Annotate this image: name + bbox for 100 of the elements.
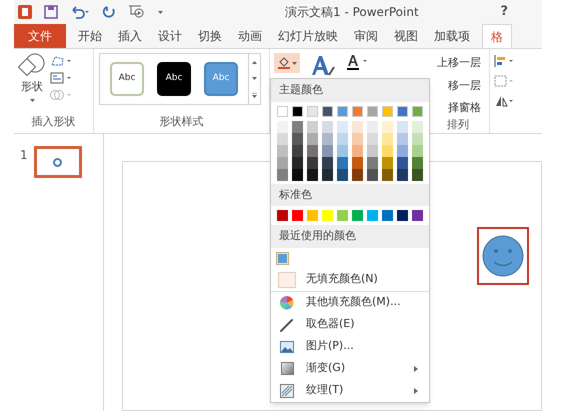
color-swatch[interactable] [382, 144, 393, 156]
color-swatch[interactable] [397, 120, 408, 132]
color-swatch[interactable] [337, 210, 348, 221]
customize-caret-icon[interactable] [158, 10, 163, 14]
color-swatch[interactable] [412, 156, 423, 168]
color-swatch[interactable] [367, 106, 378, 116]
color-swatch[interactable] [397, 156, 408, 168]
color-swatch[interactable] [397, 106, 408, 116]
color-swatch[interactable] [352, 168, 363, 180]
color-swatch[interactable] [322, 144, 333, 156]
color-swatch[interactable] [352, 132, 363, 144]
arrange-command[interactable]: 上移一层 [437, 55, 481, 72]
color-swatch[interactable] [292, 132, 303, 144]
text-fill-icon[interactable] [346, 53, 370, 71]
color-swatch[interactable] [397, 168, 408, 180]
menu-item[interactable]: 取色器(E) [271, 314, 429, 336]
color-swatch[interactable] [322, 156, 333, 168]
color-swatch[interactable] [382, 168, 393, 180]
ribbon-tab[interactable]: 设计 [150, 24, 190, 48]
ribbon-tab[interactable]: 审阅 [346, 24, 386, 48]
color-swatch[interactable] [292, 120, 303, 132]
more-styles-icon[interactable] [252, 92, 257, 98]
color-swatch[interactable] [412, 132, 423, 144]
color-swatch[interactable] [292, 144, 303, 156]
color-swatch[interactable] [322, 106, 333, 116]
color-swatch[interactable] [307, 120, 318, 132]
scroll-down-icon[interactable] [252, 76, 257, 80]
text-style-icon[interactable] [310, 53, 336, 77]
color-swatch[interactable] [277, 156, 288, 168]
color-swatch[interactable] [352, 144, 363, 156]
color-swatch[interactable] [367, 156, 378, 168]
merge-shapes-icon[interactable] [50, 89, 72, 101]
color-swatch[interactable] [412, 144, 423, 156]
color-swatch[interactable] [367, 132, 378, 144]
color-swatch[interactable] [277, 144, 288, 156]
color-swatch[interactable] [277, 120, 288, 132]
color-swatch[interactable] [277, 168, 288, 180]
color-swatch[interactable] [397, 144, 408, 156]
color-swatch[interactable] [337, 132, 348, 144]
color-swatch[interactable] [307, 210, 318, 221]
arrange-command[interactable]: 择窗格 [448, 100, 481, 116]
color-swatch[interactable] [412, 120, 423, 132]
slide-thumbnail[interactable] [34, 146, 82, 178]
color-swatch[interactable] [292, 210, 303, 221]
scroll-up-icon[interactable] [252, 60, 257, 64]
smiley-shape[interactable] [477, 227, 529, 285]
color-swatch[interactable] [337, 156, 348, 168]
color-swatch[interactable] [277, 132, 288, 144]
color-swatch[interactable] [337, 106, 348, 116]
color-swatch[interactable] [352, 120, 363, 132]
color-swatch[interactable] [367, 210, 378, 221]
menu-item[interactable]: 无填充颜色(N) [271, 268, 429, 290]
color-swatch[interactable] [337, 168, 348, 180]
color-swatch[interactable] [382, 210, 393, 221]
color-swatch[interactable] [397, 132, 408, 144]
ribbon-tab[interactable]: 插入 [110, 24, 150, 48]
ribbon-tab[interactable]: 开始 [70, 24, 110, 48]
color-swatch[interactable] [352, 156, 363, 168]
menu-item[interactable]: 其他填充颜色(M)... [271, 292, 429, 314]
menu-item[interactable]: 渐变(G) [271, 358, 429, 380]
ribbon-tab[interactable]: 幻灯片放映 [270, 24, 346, 48]
color-swatch[interactable] [292, 168, 303, 180]
color-swatch[interactable] [277, 210, 288, 221]
ribbon-tab[interactable]: 切换 [190, 24, 230, 48]
file-tab[interactable]: 文件 [14, 24, 66, 48]
redo-icon[interactable] [102, 5, 116, 19]
color-swatch[interactable] [367, 168, 378, 180]
undo-icon[interactable] [70, 5, 90, 19]
color-swatch[interactable] [307, 168, 318, 180]
color-swatch[interactable] [292, 106, 303, 116]
ribbon-tab[interactable]: 动画 [230, 24, 270, 48]
color-swatch[interactable] [337, 120, 348, 132]
color-swatch[interactable] [292, 156, 303, 168]
color-swatch[interactable] [322, 210, 333, 221]
slideshow-icon[interactable] [128, 4, 146, 20]
color-swatch[interactable] [367, 144, 378, 156]
color-swatch[interactable] [382, 156, 393, 168]
color-swatch[interactable] [412, 106, 423, 116]
ribbon-tab[interactable]: 加载项 [426, 24, 478, 48]
color-swatch[interactable] [307, 132, 318, 144]
color-swatch[interactable] [382, 106, 393, 116]
save-icon[interactable] [44, 5, 58, 19]
color-swatch[interactable] [412, 210, 423, 221]
shape-fill-button[interactable] [274, 53, 300, 73]
color-swatch[interactable] [337, 144, 348, 156]
align-icon[interactable] [494, 55, 516, 67]
text-box-icon[interactable] [50, 72, 72, 84]
arrange-command[interactable]: 移一层 [448, 78, 481, 94]
color-swatch[interactable] [278, 254, 287, 262]
ribbon-tab[interactable]: 视图 [386, 24, 426, 48]
color-swatch[interactable] [307, 106, 318, 116]
shapes-button[interactable]: 形状 [18, 53, 46, 102]
shape-style-preset[interactable]: Abc [157, 62, 191, 96]
menu-item[interactable]: 纹理(T) [271, 380, 429, 402]
color-swatch[interactable] [322, 132, 333, 144]
color-swatch[interactable] [307, 144, 318, 156]
color-swatch[interactable] [322, 168, 333, 180]
ribbon-tab[interactable]: 格 [482, 24, 512, 48]
color-swatch[interactable] [412, 168, 423, 180]
color-swatch[interactable] [322, 120, 333, 132]
